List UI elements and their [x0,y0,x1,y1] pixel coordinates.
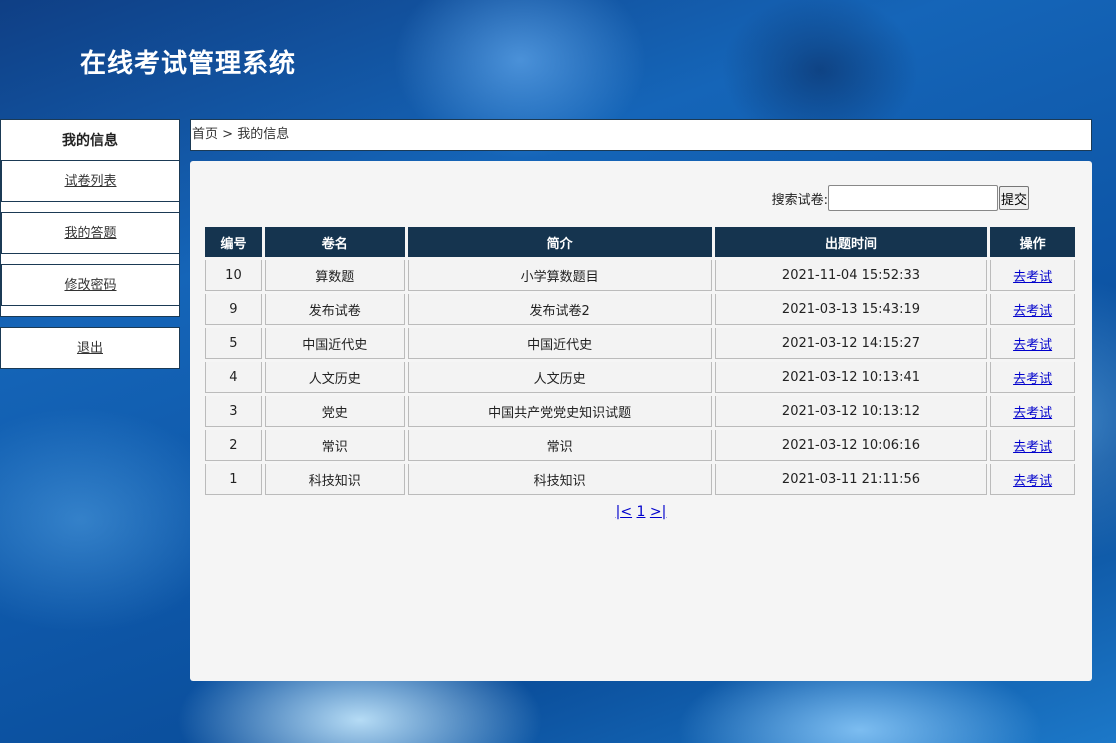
breadcrumb-home-link[interactable]: 首页 [192,127,218,142]
cell-name: 科技知识 [264,464,405,495]
column-header-id: 编号 [205,227,262,257]
cell-id: 10 [205,260,262,291]
column-header-name: 卷名 [264,227,405,257]
table-row: 2 常识 常识 2021-03-12 10:06:16 去考试 [205,430,1075,461]
cell-action: 去考试 [990,294,1075,325]
table-row: 4 人文历史 人文历史 2021-03-12 10:13:41 去考试 [205,362,1075,393]
search-form: 搜索试卷: 提交 [772,185,1029,211]
cell-intro: 科技知识 [407,464,712,495]
cell-name: 算数题 [264,260,405,291]
take-exam-link[interactable]: 去考试 [1013,440,1052,455]
pagination: |< 1 >| [190,504,1092,520]
pager-next-link[interactable]: > [650,504,662,520]
sidebar-heading: 我的信息 [62,133,118,149]
take-exam-link[interactable]: 去考试 [1013,372,1052,387]
cell-time: 2021-03-13 15:43:19 [714,294,988,325]
app-title: 在线考试管理系统 [80,49,297,79]
logout-button[interactable]: 退出 [0,327,180,369]
pager-close-bar: | [661,504,667,520]
cell-intro: 人文历史 [407,362,712,393]
take-exam-link[interactable]: 去考试 [1013,304,1052,319]
cell-action: 去考试 [990,362,1075,393]
sidebar-group-my-info: 我的信息 试卷列表 我的答题 修改密码 [0,119,180,317]
paper-table: 编号 卷名 简介 出题时间 操作 10 算数题 小学算数题目 2021-11-0… [202,224,1078,498]
cell-id: 1 [205,464,262,495]
pager-prev-link[interactable]: < [620,504,632,520]
breadcrumb-separator: > [218,127,238,142]
table-row: 9 发布试卷 发布试卷2 2021-03-13 15:43:19 去考试 [205,294,1075,325]
pager-page-1-link[interactable]: 1 [637,504,646,520]
take-exam-link[interactable]: 去考试 [1013,270,1052,285]
cell-id: 9 [205,294,262,325]
cell-id: 5 [205,328,262,359]
cell-time: 2021-03-12 10:13:12 [714,396,988,427]
main-content-panel: 搜索试卷: 提交 编号 卷名 简介 出题时间 操作 10 算数题 小学算数题目 [190,161,1092,681]
cell-id: 4 [205,362,262,393]
search-label: 搜索试卷: [771,192,828,208]
column-header-time: 出题时间 [714,227,988,257]
cell-name: 人文历史 [264,362,405,393]
cell-time: 2021-03-11 21:11:56 [714,464,988,495]
sidebar-item-paper-list[interactable]: 试卷列表 [1,160,180,202]
take-exam-link[interactable]: 去考试 [1013,338,1052,353]
column-header-action: 操作 [990,227,1075,257]
column-header-intro: 简介 [407,227,712,257]
cell-time: 2021-03-12 10:06:16 [714,430,988,461]
cell-id: 2 [205,430,262,461]
cell-name: 常识 [264,430,405,461]
search-input[interactable] [827,185,998,211]
cell-intro: 小学算数题目 [407,260,712,291]
cell-name: 中国近代史 [264,328,405,359]
table-row: 3 党史 中国共产党党史知识试题 2021-03-12 10:13:12 去考试 [205,396,1075,427]
take-exam-link[interactable]: 去考试 [1013,474,1052,489]
sidebar: 我的信息 试卷列表 我的答题 修改密码 退出 [0,119,180,369]
cell-action: 去考试 [990,260,1075,291]
cell-intro: 发布试卷2 [407,294,712,325]
take-exam-link[interactable]: 去考试 [1013,406,1052,421]
sidebar-item-change-password[interactable]: 修改密码 [1,264,180,306]
search-submit-button[interactable]: 提交 [998,186,1029,210]
cell-id: 3 [205,396,262,427]
cell-action: 去考试 [990,396,1075,427]
breadcrumb-current: 我的信息 [237,127,290,142]
table-header-row: 编号 卷名 简介 出题时间 操作 [205,227,1075,257]
cell-intro: 中国共产党党史知识试题 [407,396,712,427]
cell-time: 2021-11-04 15:52:33 [714,260,988,291]
table-row: 1 科技知识 科技知识 2021-03-11 21:11:56 去考试 [205,464,1075,495]
table-row: 5 中国近代史 中国近代史 2021-03-12 14:15:27 去考试 [205,328,1075,359]
cell-action: 去考试 [990,430,1075,461]
cell-action: 去考试 [990,464,1075,495]
table-row: 10 算数题 小学算数题目 2021-11-04 15:52:33 去考试 [205,260,1075,291]
cell-intro: 常识 [407,430,712,461]
cell-time: 2021-03-12 10:13:41 [714,362,988,393]
cell-intro: 中国近代史 [407,328,712,359]
cell-name: 党史 [264,396,405,427]
cell-name: 发布试卷 [264,294,405,325]
sidebar-item-my-answers[interactable]: 我的答题 [1,212,180,254]
breadcrumb: 首页 > 我的信息 [190,119,1092,151]
cell-action: 去考试 [990,328,1075,359]
cell-time: 2021-03-12 14:15:27 [714,328,988,359]
